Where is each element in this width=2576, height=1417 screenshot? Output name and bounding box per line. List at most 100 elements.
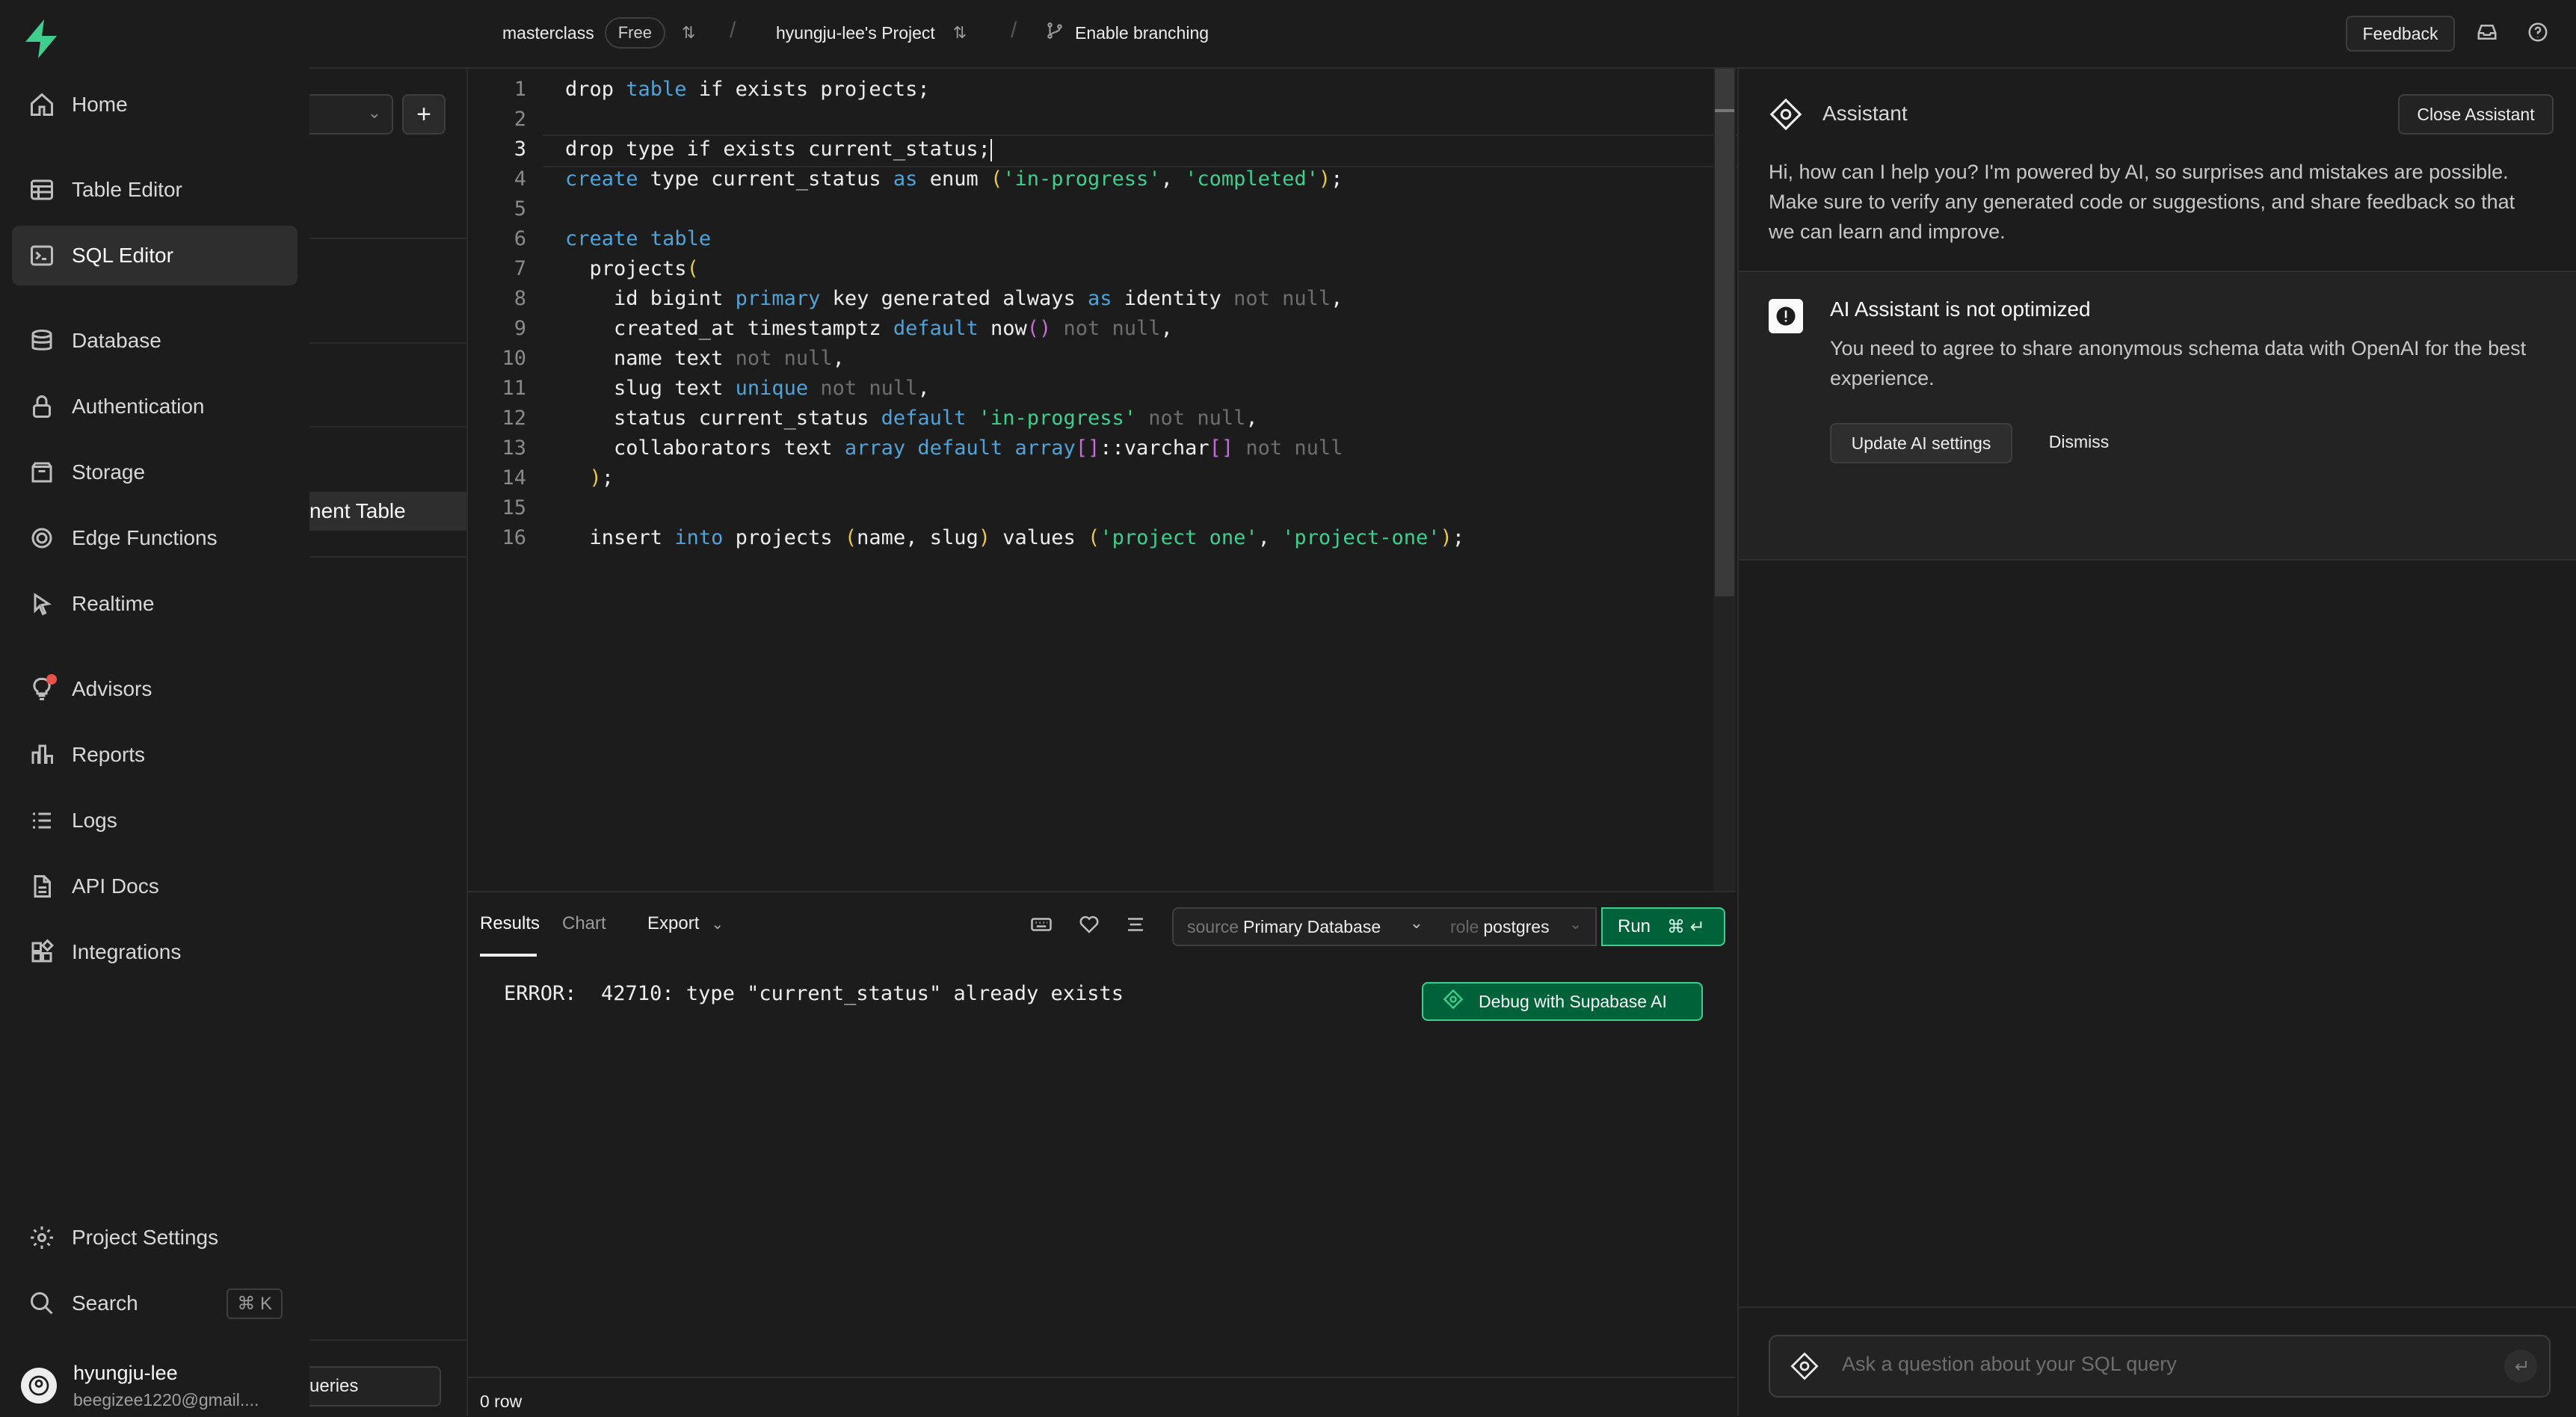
tab-results[interactable]: Results <box>480 913 540 934</box>
assistant-icon <box>1769 97 1803 135</box>
chevron-updown-icon: ⌄ <box>367 103 381 122</box>
queries-button[interactable]: ueries <box>309 1366 441 1407</box>
divider <box>309 426 466 427</box>
terminal-icon <box>27 241 57 271</box>
lightbulb-icon <box>27 674 57 704</box>
home-icon <box>27 90 57 120</box>
input-placeholder: Ask a question about your SQL query <box>1842 1353 2177 1375</box>
sidebar-item-label: Advisors <box>72 677 152 700</box>
sidebar-item-home[interactable]: Home <box>12 75 298 135</box>
assistant-intro: Hi, how can I help you? I'm powered by A… <box>1769 161 2515 243</box>
assistant-input[interactable]: Ask a question about your SQL query <box>1769 1335 2551 1398</box>
sidebar-item-label: Logs <box>72 809 117 832</box>
sidebar-item-api-docs[interactable]: API Docs <box>12 856 298 916</box>
breadcrumb-separator: / <box>730 18 736 43</box>
row-count: 0 row <box>480 1392 523 1411</box>
breadcrumb-separator: / <box>1011 18 1017 43</box>
org-name: masterclass <box>502 22 594 43</box>
functions-icon <box>27 523 57 553</box>
sidebar-item-label: Project Settings <box>72 1226 219 1249</box>
results-status-bar: 0 row <box>468 1377 1736 1417</box>
sidebar-item-sql-editor[interactable]: SQL Editor <box>12 226 298 285</box>
keyboard-icon[interactable] <box>1030 913 1053 939</box>
sidebar-item-label: Integrations <box>72 940 182 963</box>
table-icon <box>27 175 57 205</box>
sidebar-item-label: Realtime <box>72 592 155 615</box>
results-panel: ERROR: 42710: type "current_status" alre… <box>468 958 1736 1377</box>
sidebar-item-advisors[interactable]: Advisors <box>12 659 298 719</box>
editor-scrollbar-thumb[interactable] <box>1715 69 1734 596</box>
sidebar-item-label: Home <box>72 93 128 116</box>
close-assistant-button[interactable]: Close Assistant <box>2398 94 2554 135</box>
sidebar-item-table-editor[interactable]: Table Editor <box>12 160 298 220</box>
warning-body: You need to agree to share anonymous sch… <box>1830 337 2527 389</box>
inbox-icon[interactable] <box>2476 21 2498 47</box>
role-select[interactable]: role postgres ⌄ <box>1435 907 1597 946</box>
sidebar: Home Table Editor SQL Editor Database Au… <box>0 0 311 1416</box>
text-cursor <box>990 138 992 161</box>
archive-icon <box>27 457 57 487</box>
sidebar-item-project-settings[interactable]: Project Settings <box>12 1208 298 1268</box>
list-icon <box>27 806 57 836</box>
divider <box>309 556 466 558</box>
sidebar-item-label: API Docs <box>72 874 159 898</box>
sidebar-item-edge-functions[interactable]: Edge Functions <box>12 508 298 568</box>
sidebar-item-reports[interactable]: Reports <box>12 725 298 785</box>
search-shortcut: ⌘ K <box>227 1288 283 1319</box>
blocks-icon <box>27 937 57 967</box>
user-profile[interactable]: hyungju-lee beegizee1220@gmail.... <box>18 1357 295 1413</box>
avatar <box>21 1368 57 1404</box>
supabase-logo[interactable] <box>22 18 60 60</box>
format-icon[interactable] <box>1124 913 1147 939</box>
sidebar-item-label: Reports <box>72 743 146 766</box>
help-icon[interactable] <box>2527 21 2549 47</box>
cursor-icon <box>27 589 57 619</box>
sidebar-item-integrations[interactable]: Integrations <box>12 922 298 982</box>
debug-with-ai-button[interactable]: Debug with Supabase AI <box>1422 982 1703 1021</box>
sidebar-search[interactable]: Search ⌘ K <box>12 1274 298 1333</box>
run-button[interactable]: Run ⌘ ↵ <box>1601 907 1725 946</box>
heart-icon[interactable] <box>1078 913 1100 939</box>
assistant-title: Assistant <box>1822 102 1908 125</box>
sidebar-item-label: Database <box>72 329 161 352</box>
reports-icon <box>27 740 57 770</box>
top-bar: masterclass Free ⇅ / hyungju-lee's Proje… <box>309 0 2576 69</box>
chevron-updown-icon: ⇅ <box>681 23 696 42</box>
divider <box>309 1339 466 1341</box>
org-selector[interactable]: masterclass Free ⇅ <box>502 0 695 66</box>
sidebar-item-label: Storage <box>72 460 146 484</box>
sidebar-item-storage[interactable]: Storage <box>12 442 298 502</box>
update-ai-settings-button[interactable]: Update AI settings <box>1830 423 2012 463</box>
assistant-panel: Assistant Close Assistant Hi, how can I … <box>1737 69 2576 1416</box>
search-icon <box>27 1288 57 1318</box>
sidebar-item-label: Search <box>72 1291 138 1315</box>
notification-dot <box>46 674 57 685</box>
sidebar-item-database[interactable]: Database <box>12 311 298 371</box>
divider <box>309 342 466 344</box>
export-dropdown[interactable]: Export ⌄ <box>647 913 724 934</box>
run-shortcut: ⌘ ↵ <box>1667 916 1705 937</box>
chevron-down-icon: ⌄ <box>711 916 724 933</box>
feedback-button[interactable]: Feedback <box>2346 16 2455 52</box>
query-item-active[interactable]: nent Table <box>309 492 466 531</box>
tab-chart[interactable]: Chart <box>562 913 606 934</box>
alert-icon <box>1769 299 1803 333</box>
sql-editor[interactable]: 1 drop table if exists projects; 2 3 drop … <box>468 69 2181 891</box>
minimap-marker <box>1715 109 1734 112</box>
warning-card: AI Assistant is not optimized You need t… <box>1739 271 2576 561</box>
dismiss-button[interactable]: Dismiss <box>2030 423 2127 460</box>
sidebar-item-logs[interactable]: Logs <box>12 791 298 850</box>
project-selector[interactable]: hyungju-lee's Project ⇅ <box>776 0 967 66</box>
sidebar-item-realtime[interactable]: Realtime <box>12 574 298 634</box>
assistant-input-area: Ask a question about your SQL query <box>1739 1306 2576 1417</box>
user-email: beegizee1220@gmail.... <box>73 1390 259 1410</box>
chevron-down-icon: ⌄ <box>1409 913 1423 932</box>
filter-select[interactable]: ⌄ <box>309 94 393 135</box>
file-icon <box>27 871 57 901</box>
tab-active-indicator <box>480 954 537 957</box>
enable-branching-button[interactable]: Enable branching <box>1045 0 1209 66</box>
send-button[interactable] <box>2504 1350 2537 1383</box>
sidebar-item-authentication[interactable]: Authentication <box>12 377 298 436</box>
source-select[interactable]: source Primary Database ⌄ <box>1172 907 1438 946</box>
add-query-button[interactable]: + <box>402 94 446 135</box>
